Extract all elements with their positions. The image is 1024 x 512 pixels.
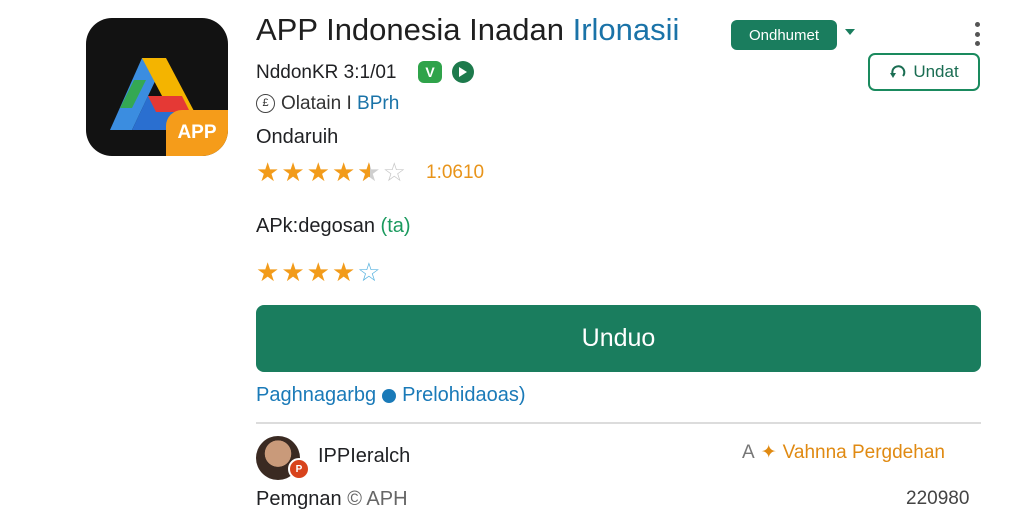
links-row: Paghnagarbg Prelohidaoas) — [256, 384, 526, 407]
update-button-label: Undat — [913, 62, 959, 81]
rating-count: 1:0610 — [426, 162, 485, 183]
apk-label: APk:degosan (ta) — [256, 215, 411, 238]
meta-symbol-icon: £ — [256, 94, 275, 114]
star-icon: ✦ — [760, 442, 777, 463]
meta-link[interactable]: BPrh — [357, 93, 399, 114]
rating-stars: ★ ★ ★ ★ ★ ★ ☆ — [256, 159, 406, 185]
star-icon: ★ — [331, 257, 356, 287]
empty-star-icon: ☆ — [357, 257, 381, 287]
avatar-badge: P — [288, 458, 310, 480]
verified-badge-icon: V — [418, 61, 442, 83]
play-badge-icon — [452, 61, 474, 83]
review-tag-text: Vahnna Pergdehan — [782, 441, 945, 463]
app-title: APP Indonesia Inadan Irlonasii — [256, 12, 679, 48]
link-first[interactable]: Paghnagarbg — [256, 384, 376, 407]
reviewer-name[interactable]: IPPIeralch — [318, 445, 410, 468]
version-text: NddonKR 3:1/01 — [256, 62, 397, 83]
app-title-main: APP Indonesia Inadan — [256, 12, 564, 47]
footer-label: Pemgnan — [256, 488, 342, 510]
footer-muted: APH — [366, 488, 408, 510]
footer-symbol: © — [347, 488, 362, 510]
half-star-icon: ★ ★ — [357, 157, 381, 187]
meta-text: Olatain — [281, 93, 342, 114]
app-title-accent: Irlonasii — [572, 12, 680, 47]
star-icon: ★ — [256, 157, 280, 187]
update-button[interactable]: Undat — [868, 53, 980, 91]
refresh-icon — [890, 65, 906, 78]
developer-name[interactable]: Ondaruih — [256, 126, 338, 149]
info-icon — [382, 388, 397, 403]
link-second[interactable]: Prelohidaoas) — [402, 384, 525, 407]
meta-row: £ Olatain I BPrh — [256, 93, 399, 115]
footer-left: Pemgnan © APH — [256, 488, 408, 511]
star-icon: ★ — [281, 257, 305, 287]
star-icon: ★ — [306, 257, 330, 287]
footer-number: 220980 — [906, 488, 970, 509]
apk-rating-stars: ★ ★ ★ ★ ☆ — [256, 259, 381, 285]
meta-separator: I — [346, 93, 352, 114]
more-options-icon[interactable] — [972, 22, 982, 46]
app-icon: APP — [86, 18, 228, 156]
apk-label-text: APk:degosan — [256, 215, 375, 237]
star-icon: ★ — [281, 157, 305, 187]
review-tag: A ✦ Vahnna Pergdehan — [742, 441, 945, 464]
install-chip[interactable]: Ondhumet — [731, 20, 837, 50]
download-button[interactable]: Unduo — [256, 305, 981, 372]
divider — [256, 422, 981, 424]
review-tag-prefix: A — [742, 441, 755, 463]
apk-label-accent: (ta) — [380, 215, 411, 237]
empty-star-icon: ☆ — [382, 157, 406, 187]
chevron-down-icon[interactable] — [845, 29, 855, 35]
star-icon: ★ — [256, 257, 280, 287]
star-icon: ★ — [306, 157, 330, 187]
app-badge: APP — [166, 110, 228, 156]
star-icon: ★ — [331, 157, 356, 187]
